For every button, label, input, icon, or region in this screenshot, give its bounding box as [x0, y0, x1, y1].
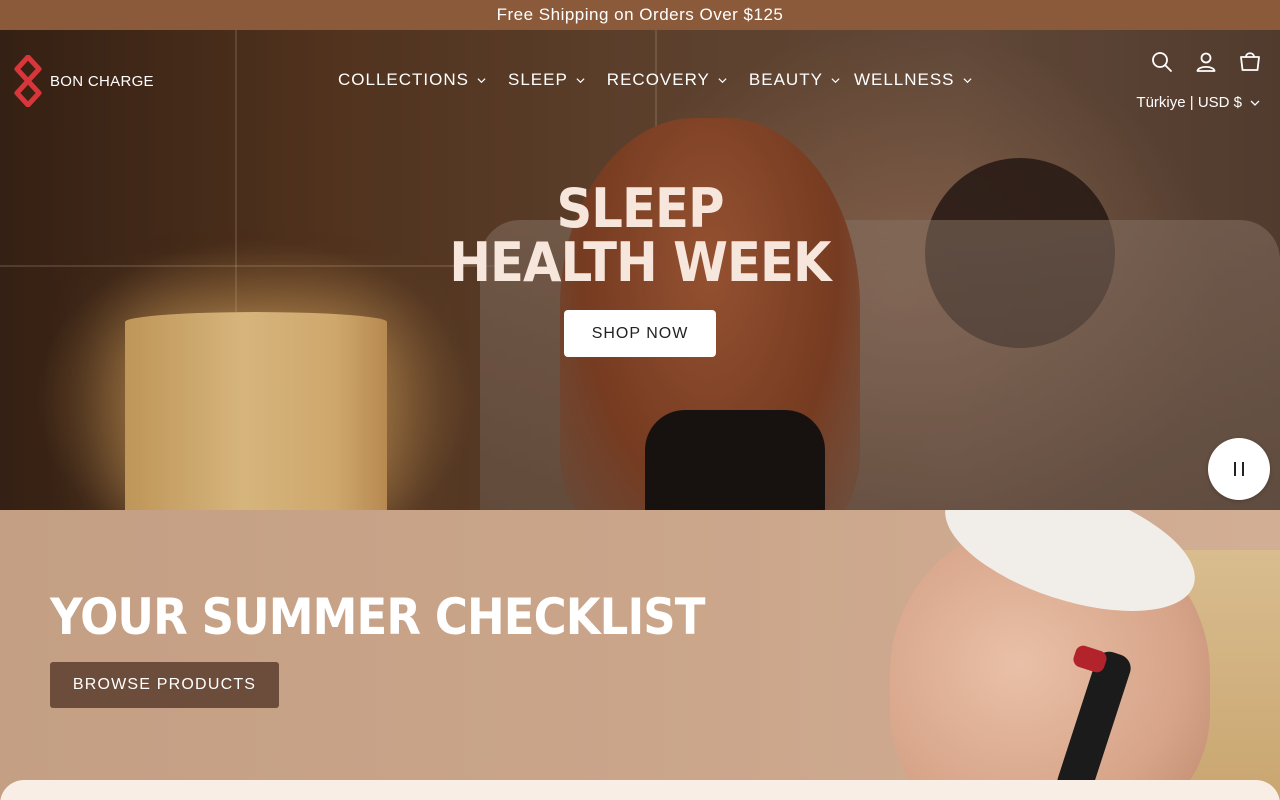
chevron-down-icon: [576, 77, 585, 83]
chevron-down-icon: [718, 77, 727, 83]
nav-item-label: SLEEP: [507, 70, 568, 89]
brand-logo[interactable]: BON CHARGE: [14, 55, 154, 107]
brand-logo-icon: [14, 55, 42, 107]
pause-icon: [1234, 462, 1244, 476]
nav-item-beauty[interactable]: BEAUTY: [749, 70, 840, 90]
hero-title: SLEEP HEALTH WEEK: [51, 182, 1229, 290]
announcement-text: Free Shipping on Orders Over $125: [496, 5, 784, 24]
header-icons: [1150, 50, 1262, 74]
chevron-down-icon: [831, 77, 840, 83]
browse-products-button[interactable]: BROWSE PRODUCTS: [50, 662, 279, 708]
hero-title-line1: SLEEP: [556, 177, 724, 240]
nav-item-label: WELLNESS: [853, 70, 955, 89]
hero-title-line2: HEALTH WEEK: [449, 231, 831, 294]
nav-item-wellness[interactable]: WELLNESS: [854, 70, 972, 90]
nav-item-collections[interactable]: COLLECTIONS: [338, 70, 486, 90]
shop-now-button[interactable]: SHOP NOW: [564, 310, 716, 357]
announcement-bar: Free Shipping on Orders Over $125: [0, 0, 1280, 30]
nav-item-label: BEAUTY: [748, 70, 823, 89]
chevron-down-icon: [963, 77, 972, 83]
nav-item-label: COLLECTIONS: [338, 70, 469, 89]
summer-checklist-banner: YOUR SUMMER CHECKLIST BROWSE PRODUCTS: [0, 510, 1280, 800]
nav-item-recovery[interactable]: RECOVERY: [607, 70, 727, 90]
search-icon[interactable]: [1150, 50, 1174, 74]
slideshow-pause-button[interactable]: [1208, 438, 1270, 500]
summer-title: YOUR SUMMER CHECKLIST: [50, 588, 706, 646]
currency-label: Türkiye | USD $: [1136, 94, 1242, 111]
chevron-down-icon: [1250, 100, 1260, 106]
currency-selector[interactable]: Türkiye | USD $: [1136, 94, 1260, 111]
chevron-down-icon: [477, 77, 486, 83]
cart-icon[interactable]: [1238, 50, 1262, 74]
nav-item-sleep[interactable]: SLEEP: [508, 70, 585, 90]
account-icon[interactable]: [1194, 50, 1218, 74]
brand-name: BON CHARGE: [50, 72, 154, 90]
nav-item-label: RECOVERY: [606, 70, 710, 89]
main-nav: COLLECTIONS SLEEP RECOVERY BEAUTY WELLNE…: [338, 70, 994, 90]
next-section-edge: [0, 780, 1280, 800]
